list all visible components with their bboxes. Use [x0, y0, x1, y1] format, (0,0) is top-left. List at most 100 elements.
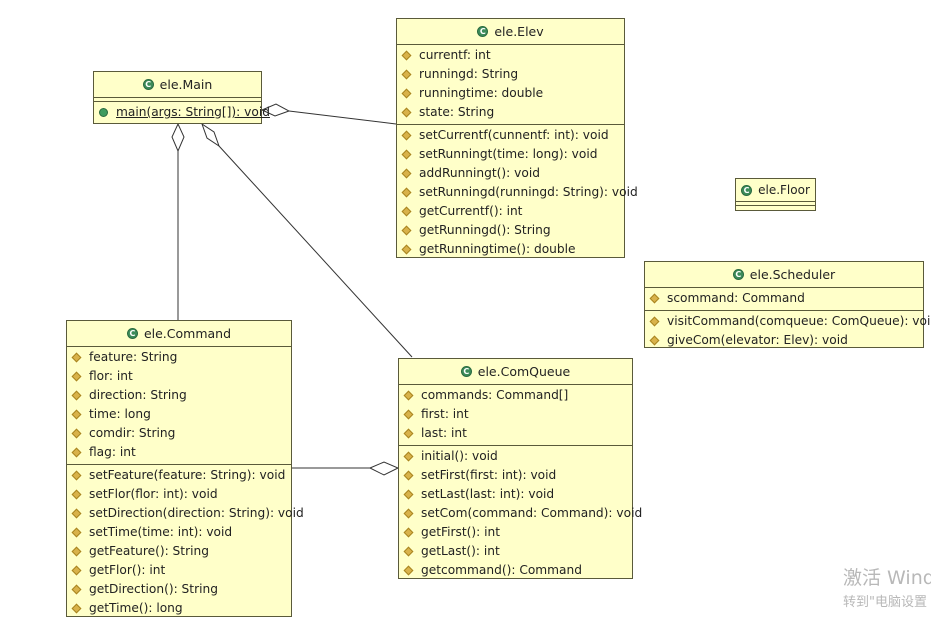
protected-method-icon: [401, 187, 412, 198]
protected-method-icon: [649, 335, 660, 346]
attribute-text: scommand: Command: [667, 291, 805, 305]
protected-method-icon: [403, 527, 414, 538]
method-signature: getCurrentf(): int: [419, 204, 523, 218]
attribute-row[interactable]: direction: String: [67, 386, 291, 405]
protected-method-icon: [71, 546, 82, 557]
class-icon: C: [142, 79, 154, 90]
method-signature: getRunningtime(): double: [419, 242, 576, 256]
method-signature: getFeature(): String: [89, 544, 209, 558]
attribute-row[interactable]: runningd: String: [397, 65, 624, 84]
method-signature: initial(): void: [421, 449, 498, 463]
attribute-text: flag: int: [89, 445, 136, 459]
method-signature: setFlor(flor: int): void: [89, 487, 218, 501]
attribute-row[interactable]: last: int: [399, 424, 632, 443]
method-row[interactable]: getFirst(): int: [399, 523, 632, 542]
attributes-section: scommand: Command: [645, 288, 923, 311]
class-icon: C: [126, 328, 138, 339]
method-row[interactable]: getDirection(): String: [67, 580, 291, 599]
method-row[interactable]: setLast(last: int): void: [399, 485, 632, 504]
protected-method-icon: [71, 489, 82, 500]
protected-method-icon: [71, 470, 82, 481]
method-row[interactable]: visitCommand(comqueue: ComQueue): void: [645, 312, 931, 331]
method-row[interactable]: setCurrentf(cunnentf: int): void: [397, 126, 624, 145]
class-icon: C: [477, 26, 489, 37]
class-name: ele.Scheduler: [749, 267, 836, 282]
protected-method-icon: [403, 546, 414, 557]
method-row[interactable]: main(args: String[]): void: [94, 103, 270, 122]
class-box-comqueue[interactable]: C ele.ComQueue commands: Command[] first…: [398, 358, 642, 582]
method-row[interactable]: initial(): void: [399, 447, 632, 466]
protected-method-icon: [401, 168, 412, 179]
methods-section: initial(): void setFirst(first: int): vo…: [399, 446, 642, 582]
protected-field-icon: [403, 409, 414, 420]
attribute-text: time: long: [89, 407, 151, 421]
protected-method-icon: [403, 470, 414, 481]
attribute-row[interactable]: flag: int: [67, 443, 291, 462]
attribute-row[interactable]: time: long: [67, 405, 291, 424]
attribute-row[interactable]: runningtime: double: [397, 84, 624, 103]
protected-method-icon: [403, 565, 414, 576]
class-header: C ele.Scheduler: [645, 262, 923, 288]
attribute-text: runningtime: double: [419, 86, 544, 100]
attributes-section: commands: Command[] first: int last: int: [399, 385, 632, 446]
protected-field-icon: [71, 371, 82, 382]
class-name: ele.Elev: [494, 24, 544, 39]
method-row[interactable]: getFeature(): String: [67, 542, 291, 561]
protected-method-icon: [403, 451, 414, 462]
attribute-row[interactable]: scommand: Command: [645, 289, 923, 308]
attribute-row[interactable]: flor: int: [67, 367, 291, 386]
attribute-row[interactable]: first: int: [399, 405, 632, 424]
method-row[interactable]: setFeature(feature: String): void: [67, 466, 291, 485]
method-row[interactable]: getFlor(): int: [67, 561, 291, 580]
protected-method-icon: [71, 508, 82, 519]
method-row[interactable]: setDirection(direction: String): void: [67, 504, 304, 523]
class-box-command[interactable]: C ele.Command feature: String flor: int …: [66, 320, 304, 618]
attribute-text: flor: int: [89, 369, 133, 383]
protected-method-icon: [71, 603, 82, 614]
attribute-text: currentf: int: [419, 48, 491, 62]
class-box-elev[interactable]: C ele.Elev currentf: int runningd: Strin…: [396, 18, 638, 259]
method-row[interactable]: giveCom(elevator: Elev): void: [645, 331, 923, 350]
protected-field-icon: [403, 428, 414, 439]
method-signature: giveCom(elevator: Elev): void: [667, 333, 848, 347]
attributes-section: feature: String flor: int direction: Str…: [67, 347, 291, 465]
attribute-row[interactable]: comdir: String: [67, 424, 291, 443]
method-row[interactable]: addRunningt(): void: [397, 164, 624, 183]
class-box-main[interactable]: C ele.Main main(args: String[]): void: [93, 71, 270, 124]
class-box-scheduler[interactable]: C ele.Scheduler scommand: Command visitC…: [644, 261, 931, 348]
method-signature: setFirst(first: int): void: [421, 468, 557, 482]
attribute-row[interactable]: feature: String: [67, 348, 291, 367]
method-row[interactable]: setRunningd(runningd: String): void: [397, 183, 638, 202]
methods-section: visitCommand(comqueue: ComQueue): void g…: [645, 311, 931, 352]
protected-method-icon: [401, 244, 412, 255]
method-signature: setCom(command: Command): void: [421, 506, 643, 520]
method-row[interactable]: getCurrentf(): int: [397, 202, 624, 221]
class-box-floor[interactable]: C ele.Floor: [735, 178, 816, 211]
class-name: ele.Command: [143, 326, 232, 341]
method-signature: visitCommand(comqueue: ComQueue): void: [667, 314, 931, 328]
method-row[interactable]: setCom(command: Command): void: [399, 504, 642, 523]
protected-field-icon: [71, 409, 82, 420]
class-icon: C: [732, 269, 744, 280]
attribute-row[interactable]: commands: Command[]: [399, 386, 632, 405]
method-row[interactable]: setTime(time: int): void: [67, 523, 291, 542]
method-row[interactable]: getRunningd(): String: [397, 221, 624, 240]
method-row[interactable]: getLast(): int: [399, 542, 632, 561]
method-signature: setRunningt(time: long): void: [419, 147, 598, 161]
class-name: ele.Floor: [758, 183, 810, 197]
method-row[interactable]: setRunningt(time: long): void: [397, 145, 624, 164]
method-row[interactable]: getRunningtime(): double: [397, 240, 624, 259]
method-signature: getcommand(): Command: [421, 563, 582, 577]
method-row[interactable]: setFirst(first: int): void: [399, 466, 632, 485]
attribute-row[interactable]: state: String: [397, 103, 624, 122]
class-icon: C: [741, 184, 753, 196]
class-name: ele.Main: [159, 77, 213, 92]
class-name: ele.ComQueue: [477, 364, 571, 379]
method-row[interactable]: getTime(): long: [67, 599, 291, 618]
method-row[interactable]: getcommand(): Command: [399, 561, 632, 580]
protected-field-icon: [649, 293, 660, 304]
method-row[interactable]: setFlor(flor: int): void: [67, 485, 291, 504]
attribute-row[interactable]: currentf: int: [397, 46, 624, 65]
protected-field-icon: [71, 390, 82, 401]
method-signature: getDirection(): String: [89, 582, 218, 596]
